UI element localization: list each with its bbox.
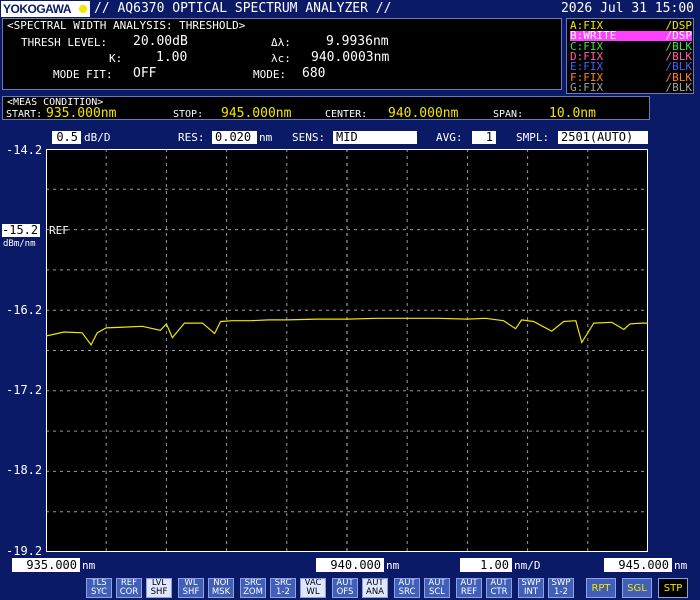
trace-row-g[interactable]: G:FIX/BLK [570,80,693,94]
softkey-swp-int[interactable]: SWP INT [518,578,544,598]
datetime: 2026 Jul 31 15:00 [560,1,694,16]
delta-lambda-value: 9.9936nm [326,34,389,49]
softkey-line2: ZOM [243,587,263,597]
softkey-lvl-shf[interactable]: LVL SHF [146,578,172,598]
mode-value: 680 [302,66,326,81]
lambda-c-value: 940.0003nm [311,50,390,65]
res-label: RES: [178,131,205,144]
start-value: 935.000nm [46,106,117,121]
lambda-c-label: λc: [271,52,291,65]
x-div-unit: nm/D [514,559,541,572]
modefit-label: MODE FIT: [53,68,113,81]
scale-field[interactable]: 0.5 [52,131,81,144]
center-label: CENTER: [325,109,368,120]
softkey-line2: SRC [398,587,416,597]
y-tick-2: -16.2 [6,303,43,317]
single-sweep-button[interactable]: SGL [622,578,652,598]
span-label: SPAN: [493,109,524,120]
trace-status-panel: A:FIX/DSP B:WRITE/DSP C:FIX/BLK D:FIX/BLK E:… [566,18,694,94]
yokogawa-logo: YOKOGAWA [1,1,90,17]
trace-display: /BLK [665,80,693,94]
softkey-line2: 1-2 [554,587,568,597]
mode-label: MODE: [253,68,287,81]
softkey-line2: REF [460,587,478,597]
softkey-src-12[interactable]: SRC 1-2 [270,578,296,598]
softkey-tls-syc[interactable]: TLS SYC [86,578,112,598]
x-stop-field[interactable]: 945.000 [604,558,672,572]
y-tick-4: -18.2 [6,463,43,477]
start-label: START: [6,109,43,120]
softkey-line2: WL [306,587,320,597]
scale-unit: dB/D [84,131,111,144]
softkey-src-zom[interactable]: SRC ZOM [240,578,266,598]
softkey-ref-cor[interactable]: REF COR [116,578,142,598]
analysis-header: <SPECTRAL WIDTH ANALYSIS: THRESHOLD> [7,19,246,32]
softkey-line2: INT [523,587,539,597]
softkey-line2: ANA [366,587,384,597]
repeat-sweep-button[interactable]: RPT [586,578,616,598]
softkey-aut-ofs[interactable]: AUT OFS [332,578,358,598]
modefit-value: OFF [133,66,157,81]
softkey-wl-shf[interactable]: WL SHF [178,578,204,598]
meas-condition-panel: <MEAS CONDITION> START: 935.000nm STOP: … [2,96,650,121]
x-center-unit: nm [386,559,400,572]
softkey-aut-scl[interactable]: AUT SCL [424,578,450,598]
softkey-line2: SHF [150,587,168,597]
sens-label: SENS: [292,131,326,144]
x-start-field[interactable]: 935.000 [12,558,80,572]
stop-label: STOP: [173,109,204,120]
softkey-line2: CTR [490,587,508,597]
x-center-field[interactable]: 940.000 [316,558,384,572]
y-tick-top: -14.2 [6,143,43,157]
softkey-vac-wl[interactable]: VAC WL [300,578,326,598]
smpl-field[interactable]: 2501(AUTO) [558,131,648,144]
res-field[interactable]: 0.020 [212,131,257,144]
trace-state: G:FIX [570,80,604,94]
softkey-aut-ctr[interactable]: AUT CTR [486,578,512,598]
k-value: 1.00 [156,50,188,65]
softkey-noi-msk[interactable]: NOI MSK [208,578,234,598]
softkey-line2: MSK [211,587,231,597]
x-stop-unit: nm [674,559,688,572]
y-unit: dBm/nm [3,239,36,249]
center-value: 940.000nm [388,106,459,121]
softkey-line2: SHF [182,587,200,597]
softkey-aut-src[interactable]: AUT SRC [394,578,420,598]
x-start-unit: nm [82,559,96,572]
softkey-aut-ref[interactable]: AUT REF [456,578,482,598]
softkey-swp-12[interactable]: SWP 1-2 [548,578,574,598]
ref-marker-label: REF [49,224,69,237]
ref-level-field[interactable]: -15.2 [2,224,40,237]
thresh-label: THRESH LEVEL: [21,36,108,49]
brand-text: YOKOGAWA [3,2,72,16]
avg-field[interactable]: 1 [472,131,496,144]
spectrum-plot[interactable]: REF [45,149,648,552]
analysis-panel: <SPECTRAL WIDTH ANALYSIS: THRESHOLD> THR… [2,18,562,90]
span-value: 10.0nm [549,106,596,121]
app-title: // AQ6370 OPTICAL SPECTRUM ANALYZER // [94,1,392,16]
softkey-line2: SCL [428,587,446,597]
title-bar: YOKOGAWA // AQ6370 OPTICAL SPECTRUM ANAL… [0,0,700,18]
k-label: K: [109,52,123,65]
setup-bar: 0.5 dB/D RES: 0.020 nm SENS: MID AVG: 1 … [0,128,700,146]
x-axis-bar: 935.000 nm 940.000 nm 1.00 nm/D 945.000 … [0,556,700,576]
stop-sweep-button[interactable]: STP [658,578,688,598]
delta-lambda-label: Δλ: [271,36,291,49]
spectrum-chart-svg: REF [45,149,648,552]
x-div-field[interactable]: 1.00 [460,558,512,572]
logo-dot-icon [79,5,87,13]
avg-label: AVG: [436,131,463,144]
thresh-value: 20.00dB [133,34,188,49]
sens-field[interactable]: MID [333,131,417,144]
softkey-line2: OFS [336,587,354,597]
softkey-line2: 1-2 [276,587,290,597]
softkey-line2: SYC [90,587,108,597]
softkey-aut-ana[interactable]: AUT ANA [362,578,388,598]
res-unit: nm [259,131,273,144]
softkey-line2: COR [119,587,139,597]
y-tick-3: -17.2 [6,383,43,397]
stop-value: 945.000nm [221,106,292,121]
softkey-bar: RPT SGL STP TLS SYC REF COR LVL SHF WL SHF NOI MS… [0,578,700,600]
smpl-label: SMPL: [516,131,550,144]
